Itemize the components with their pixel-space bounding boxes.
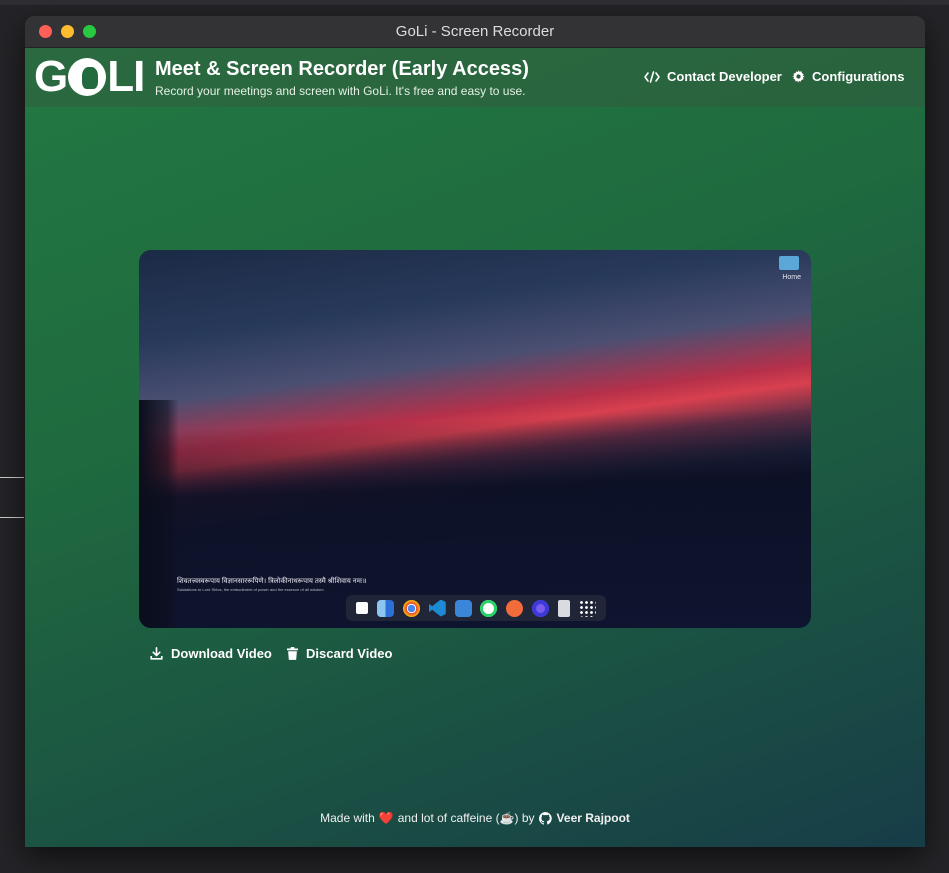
goli-logo: G LI <box>34 52 145 101</box>
folder-icon <box>779 256 799 270</box>
wallpaper-text: शिवतत्त्वस्वरूपाय विज्ञानसाररूपिणे। त्रि… <box>177 578 367 585</box>
footer-caffeine-text: and lot of caffeine (☕) by <box>397 811 535 825</box>
desktop-folder-label: Home <box>782 274 801 281</box>
configurations-button[interactable]: Configurations <box>792 69 904 84</box>
video-preview[interactable]: Home शिवतत्त्वस्वरूपाय विज्ञानसाररूपिणे।… <box>139 250 811 628</box>
whatsapp-icon <box>480 599 498 617</box>
trash-icon <box>557 599 570 617</box>
launchpad-icon <box>578 599 596 617</box>
background-divider <box>0 517 24 518</box>
wallpaper-tree-silhouette <box>139 400 179 628</box>
logo-cat-icon <box>68 58 107 96</box>
discard-video-label: Discard Video <box>306 646 393 661</box>
dock <box>346 595 606 621</box>
download-icon <box>150 647 163 660</box>
app-title: Meet & Screen Recorder (Early Access) <box>155 58 529 80</box>
arc-icon <box>531 599 549 617</box>
contact-developer-button[interactable]: Contact Developer <box>644 69 782 84</box>
download-video-button[interactable]: Download Video <box>150 646 272 661</box>
footer: Made with ❤️ and lot of caffeine (☕) by … <box>25 811 925 825</box>
gear-icon <box>792 70 805 83</box>
background-divider <box>0 477 24 478</box>
window-title: GoLi - Screen Recorder <box>395 23 555 40</box>
logo-text-right: LI <box>107 52 145 101</box>
author-name: Veer Rajpoot <box>556 811 630 825</box>
app-subtitle: Record your meetings and screen with GoL… <box>155 84 526 98</box>
code-icon <box>644 70 660 83</box>
contact-developer-label: Contact Developer <box>667 69 782 84</box>
wallpaper-subtext: Salutations to Lord Shiva, the embodimen… <box>177 587 324 592</box>
author-link[interactable]: Veer Rajpoot <box>538 811 630 825</box>
heart-icon: ❤️ <box>378 811 394 825</box>
finder-icon <box>356 602 369 614</box>
chrome-icon <box>402 599 420 617</box>
safari-icon <box>506 599 524 617</box>
logo-text-left: G <box>34 52 68 101</box>
vscode-icon <box>428 599 446 617</box>
background-bar <box>0 0 949 5</box>
discard-video-button[interactable]: Discard Video <box>287 646 392 661</box>
app-header: G LI Meet & Screen Recorder (Early Acces… <box>25 48 925 107</box>
configurations-label: Configurations <box>812 69 905 84</box>
title-bar: GoLi - Screen Recorder <box>25 16 925 48</box>
download-video-label: Download Video <box>171 646 272 661</box>
footer-made-with: Made with <box>320 811 375 825</box>
app-window: GoLi - Screen Recorder G LI Meet & Scree… <box>25 16 925 847</box>
preview-icon <box>454 599 472 617</box>
trash-icon <box>287 647 298 660</box>
finder-face-icon <box>377 599 395 617</box>
github-icon <box>538 811 552 825</box>
